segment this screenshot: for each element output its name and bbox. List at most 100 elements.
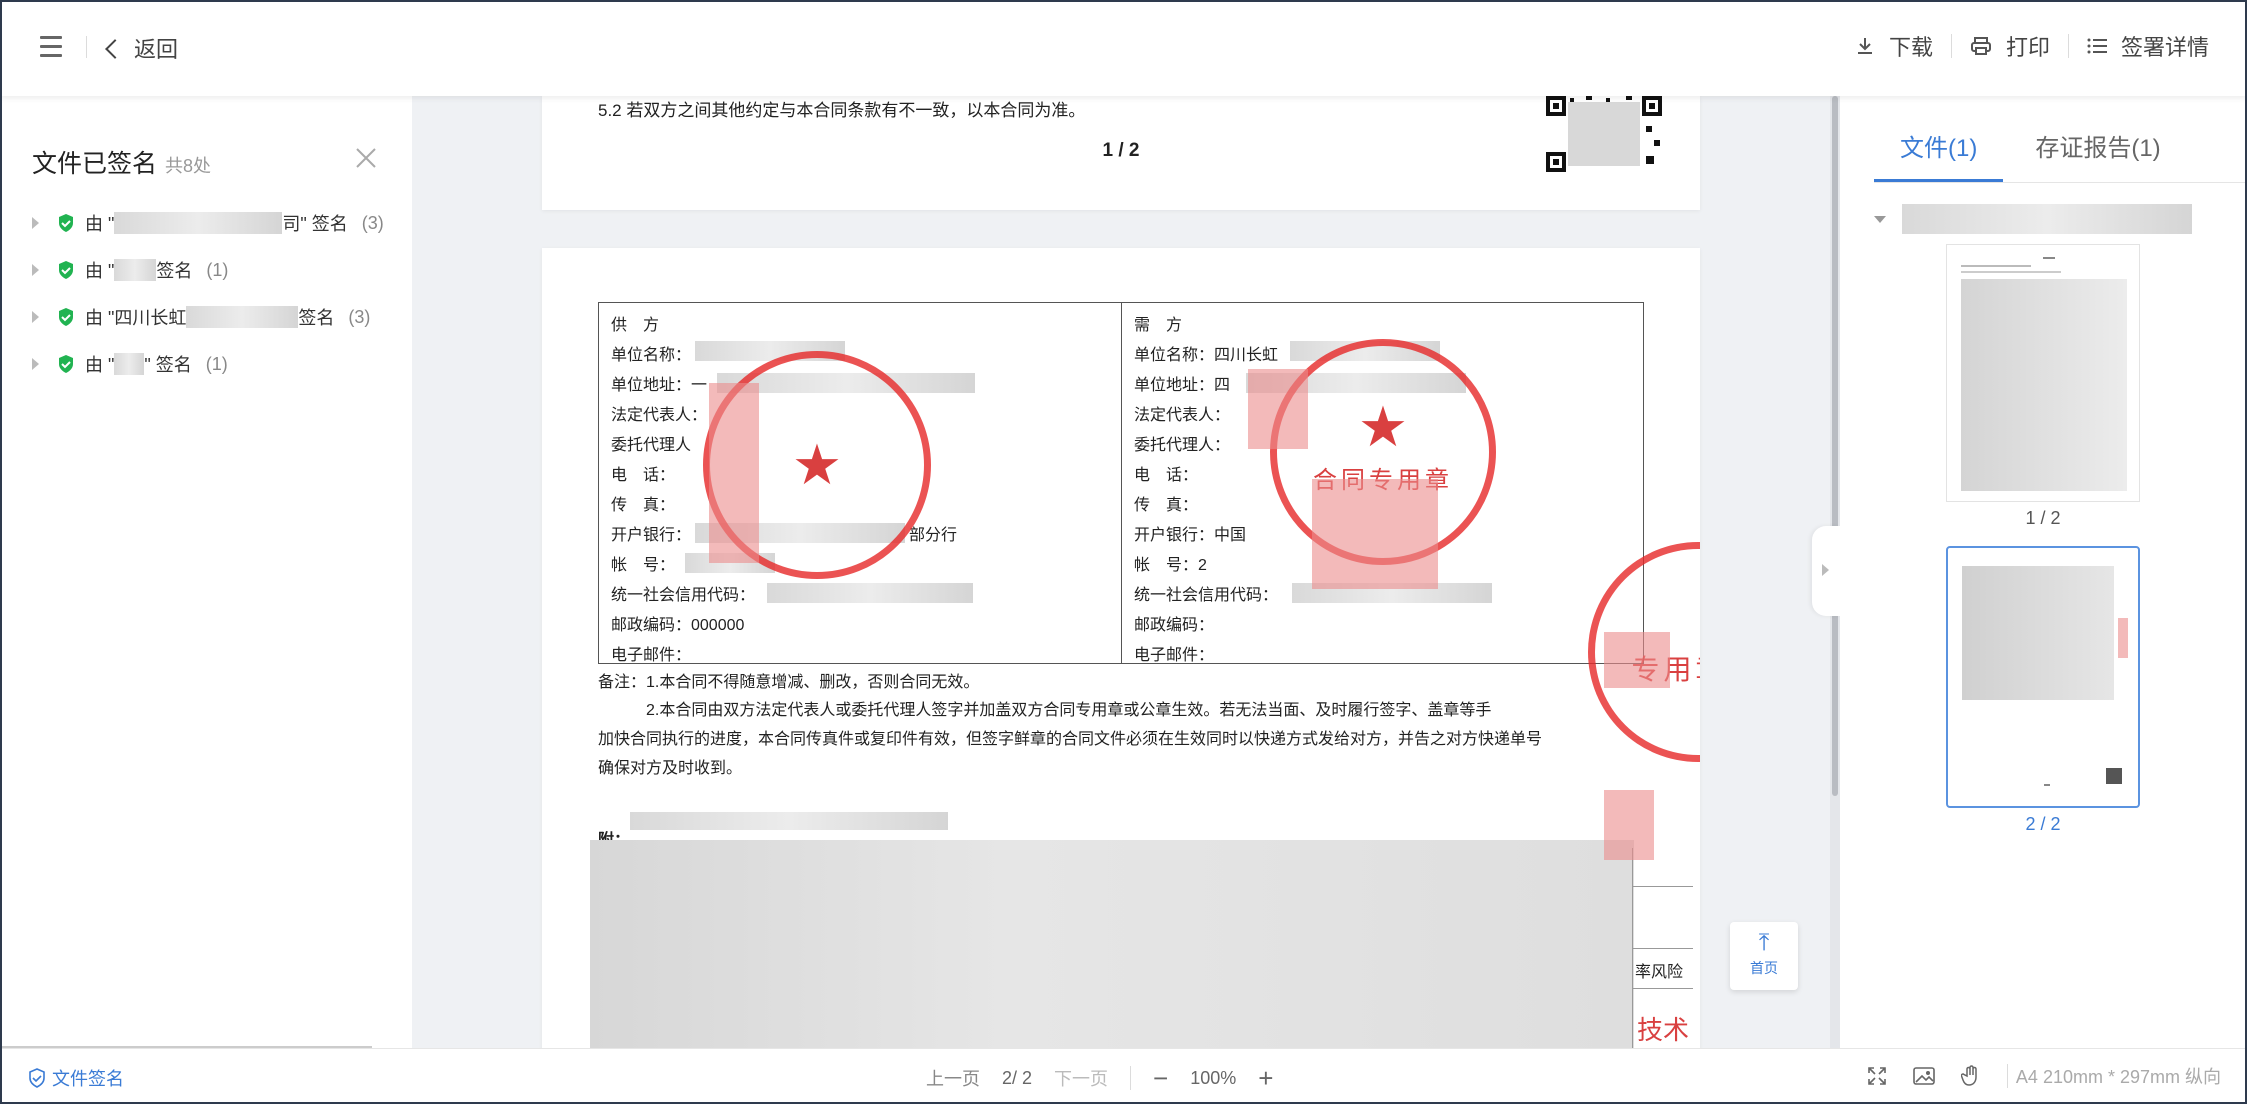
supplier-field: 邮政编码：000000	[611, 617, 745, 634]
star-icon: ★	[791, 433, 843, 496]
signer-suffix: 签名	[156, 261, 193, 281]
shield-check-icon	[29, 1068, 45, 1088]
tab-files[interactable]: 文件(1)	[1874, 128, 2004, 182]
bottom-bar: 文件签名 上一页 2/ 2 下一页 − 100% + A4 210mm * 29…	[0, 1048, 2247, 1105]
panel-title-text: 文件已签名	[32, 150, 158, 178]
back-button[interactable]: 返回	[105, 32, 179, 64]
buyer-field: 邮政编码：	[1134, 617, 1215, 634]
supplier-field: 单位地址：一	[611, 377, 708, 394]
redaction-pixels	[1248, 369, 1308, 449]
page-number: 1 / 2	[1102, 140, 1140, 161]
contract-note: 2.本合同由双方法定代表人或委托代理人签字并加盖双方合同专用章或公章生效。若无法…	[598, 702, 1492, 719]
expand-icon[interactable]	[32, 311, 39, 323]
supplier-bank-suffix: 部分行	[909, 527, 958, 544]
back-label: 返回	[134, 37, 179, 62]
download-button[interactable]: 下载	[1837, 30, 1951, 62]
toolbar-actions: 下载 打印 签署详情	[1837, 30, 2227, 62]
signer-suffix: " 签名	[144, 355, 192, 375]
signature-count: (3)	[361, 212, 384, 233]
signer-row[interactable]: 由 " 签名 (1)	[32, 255, 228, 285]
buyer-field: 单位名称：四川长虹	[1134, 347, 1279, 364]
redaction-pixels	[1312, 479, 1438, 589]
contract-party-table: 供 方 单位名称： 单位地址：一 法定代表人： 委托代理人 电 话： 传 真： …	[598, 302, 1644, 664]
collapse-right-panel-button[interactable]	[1812, 526, 1840, 616]
buyer-field: 单位地址：四	[1134, 377, 1231, 394]
print-label: 打印	[2005, 35, 2050, 60]
file-tree-item[interactable]	[1874, 204, 2192, 234]
list-icon	[2087, 38, 2107, 54]
fullscreen-icon[interactable]	[1867, 1066, 1887, 1086]
supplier-field: 统一社会信用代码：	[611, 587, 756, 604]
back-to-top-label: 首页	[1750, 960, 1778, 976]
expand-icon[interactable]	[32, 358, 39, 370]
redacted-name	[114, 212, 283, 234]
contract-note: 确保对方及时收到。	[598, 760, 743, 777]
signature-count: (1)	[206, 259, 229, 280]
risk-label: 率风险	[1635, 964, 1684, 981]
signer-prefix: 由 "	[85, 214, 115, 234]
signer-suffix: 签名	[298, 308, 335, 328]
signature-panel: 文件已签名 共8处 由 " 司" 签名 (3) 由 " 签名 (1) 由 " 四川…	[0, 96, 412, 1049]
document-page-1: 5.2 若双方之间其他约定与本合同条款有不一致，以本合同为准。 1 / 2	[542, 96, 1700, 210]
signer-name-visible: 四川长虹	[114, 308, 187, 328]
redaction-pixels	[1604, 790, 1654, 860]
close-icon[interactable]	[354, 146, 378, 170]
buyer-field: 委托代理人：	[1134, 437, 1231, 454]
chevron-left-icon	[105, 39, 125, 59]
printer-icon	[1970, 37, 1991, 55]
shield-check-icon	[59, 308, 73, 326]
buyer-field: 帐 号：2	[1134, 557, 1207, 574]
shield-check-icon	[59, 355, 73, 373]
tab-evidence-report[interactable]: 存证报告(1)	[2035, 128, 2160, 182]
buyer-field: 法定代表人：	[1134, 407, 1231, 424]
signer-prefix: 由 "	[85, 261, 115, 281]
file-sign-label: 文件签名	[52, 1069, 124, 1089]
menu-icon[interactable]	[40, 36, 62, 57]
redacted-name	[114, 259, 157, 281]
buyer-field: 电 话：	[1134, 467, 1199, 484]
expand-icon[interactable]	[32, 217, 39, 229]
shield-check-icon	[59, 214, 73, 232]
supplier-heading: 供 方	[611, 317, 660, 334]
print-button[interactable]: 打印	[1952, 30, 2068, 62]
supplier-field: 单位名称：	[611, 347, 692, 364]
supplier-field: 传 真：	[611, 497, 676, 514]
redacted-text	[767, 583, 973, 603]
back-to-top-button[interactable]: ⤒ 首页	[1730, 922, 1798, 990]
buyer-field: 电子邮件：	[1134, 647, 1215, 664]
file-sign-button[interactable]: 文件签名	[28, 1065, 124, 1091]
table-edge: 率风险 技术	[1632, 848, 1693, 1048]
download-label: 下载	[1888, 35, 1933, 60]
star-icon: ★	[1357, 394, 1409, 458]
page-thumbnail-1[interactable]	[1946, 244, 2140, 502]
document-page-2: 供 方 单位名称： 单位地址：一 法定代表人： 委托代理人 电 话： 传 真： …	[542, 248, 1700, 1048]
signature-total: 共8处	[165, 156, 212, 176]
collapse-icon[interactable]	[1874, 215, 1886, 223]
paper-size-info: A4 210mm * 297mm 纵向	[2015, 1067, 2221, 1087]
file-tabs: 文件(1) 存证报告(1)	[1874, 128, 2193, 182]
redaction-pixels	[709, 383, 759, 563]
contract-note: 备注：1.本合同不得随意增减、删改，否则合同无效。	[598, 674, 980, 691]
zoom-in-button[interactable]: +	[1258, 1065, 1273, 1091]
seal-text: 技术	[1637, 1015, 1690, 1045]
scrollbar-thumb[interactable]	[1832, 96, 1838, 796]
sign-details-button[interactable]: 签署详情	[2069, 30, 2227, 62]
signer-prefix: 由 "	[85, 308, 115, 328]
image-icon[interactable]	[1913, 1066, 1935, 1086]
zoom-out-button[interactable]: −	[1153, 1065, 1168, 1091]
signer-row[interactable]: 由 " " 签名 (1)	[32, 349, 228, 379]
thumbnail-label: 1 / 2	[2025, 508, 2061, 528]
hand-icon[interactable]	[1960, 1065, 1981, 1087]
signer-row[interactable]: 由 " 四川长虹 签名 (3)	[32, 302, 370, 332]
chevron-right-icon	[1822, 564, 1829, 576]
buyer-field: 开户银行：中国	[1134, 527, 1247, 544]
redaction-pixels	[1604, 632, 1670, 688]
signer-row[interactable]: 由 " 司" 签名 (3)	[32, 208, 384, 238]
buyer-column: 需 方 单位名称：四川长虹 单位地址：四 法定代表人： 委托代理人： 电 话： …	[1122, 303, 1644, 664]
next-page-button[interactable]: 下一页	[1054, 1065, 1108, 1091]
prev-page-button[interactable]: 上一页	[926, 1065, 980, 1091]
expand-icon[interactable]	[32, 264, 39, 276]
supplier-column: 供 方 单位名称： 单位地址：一 法定代表人： 委托代理人 电 话： 传 真： …	[599, 303, 1122, 664]
page-thumbnail-2[interactable]	[1946, 546, 2140, 808]
contract-clause: 5.2 若双方之间其他约定与本合同条款有不一致，以本合同为准。	[598, 101, 1086, 120]
